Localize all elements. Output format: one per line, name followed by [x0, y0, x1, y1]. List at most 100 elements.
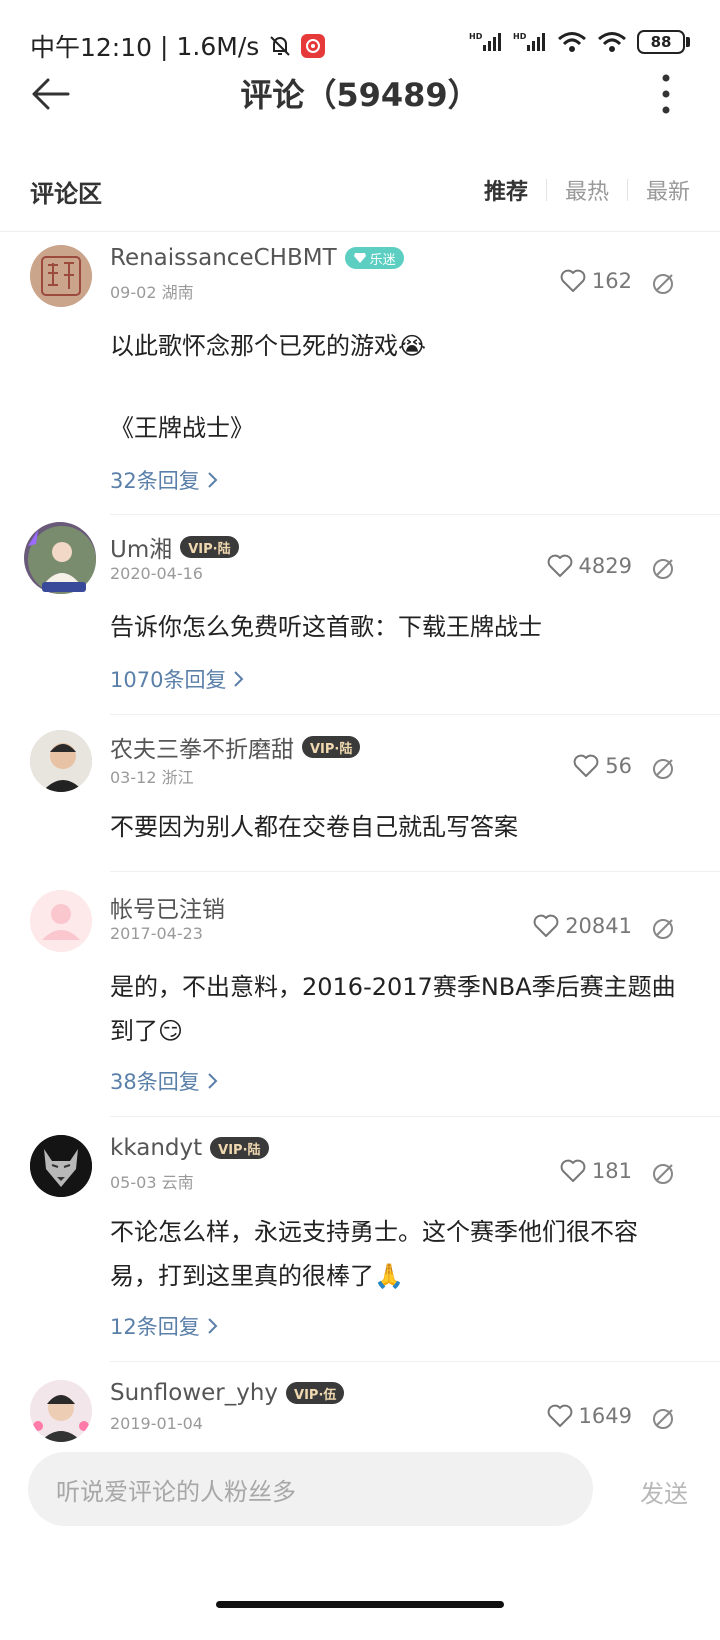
signal-icon: HD — [469, 32, 501, 51]
tab-newest[interactable]: 最新 — [628, 174, 690, 206]
like-button[interactable]: 4829 — [547, 554, 632, 578]
avatar[interactable] — [24, 522, 96, 594]
tab-hottest[interactable]: 最热 — [547, 174, 609, 206]
like-button[interactable]: 181 — [560, 1159, 632, 1183]
dislike-button[interactable] — [648, 1404, 678, 1434]
username[interactable]: kkandyt — [110, 1135, 202, 1161]
comment-text-line2: 易，打到这里真的很棒了🙏 — [110, 1262, 404, 1290]
wifi-icon — [598, 32, 626, 52]
vip-badge: VIP·陆 — [180, 536, 239, 558]
view-replies-link[interactable]: 32条回复 — [110, 465, 218, 495]
thumb-down-icon — [653, 1409, 673, 1429]
home-indicator[interactable] — [216, 1601, 504, 1608]
comment-text: 不论怎么样，永远支持勇士。这个赛季他们很不容 — [110, 1218, 638, 1246]
vip-badge: VIP·伍 — [286, 1382, 345, 1404]
input-placeholder: 听说爱评论的人粉丝多 — [56, 1478, 296, 1506]
like-count: 181 — [591, 1159, 632, 1183]
mute-icon — [270, 36, 290, 56]
like-count: 4829 — [578, 554, 632, 578]
like-button[interactable]: 1649 — [547, 1404, 632, 1428]
heart-icon — [560, 1159, 586, 1182]
comment-text-line2: 到了😏 — [110, 1017, 184, 1045]
comment-item: Um湘 VIP·陆 2020-04-16 4829 告诉你怎么免费听这首歌：下载… — [0, 522, 720, 715]
view-replies-link[interactable]: 38条回复 — [110, 1066, 218, 1096]
username[interactable]: Sunflower_yhy — [110, 1380, 278, 1406]
more-button[interactable] — [648, 70, 684, 118]
heart-icon — [533, 914, 559, 937]
person-avatar-image — [30, 730, 92, 792]
comment-meta: 05-03 云南 — [110, 1173, 194, 1192]
chevron-right-icon — [234, 671, 244, 687]
avatar[interactable] — [30, 245, 92, 307]
username[interactable]: Um湘 — [110, 530, 172, 564]
username[interactable]: RenaissanceCHBMT — [110, 245, 337, 271]
thumb-down-icon — [653, 759, 673, 779]
tab-recommended[interactable]: 推荐 — [466, 174, 528, 206]
like-button[interactable]: 20841 — [533, 914, 632, 938]
chevron-right-icon — [208, 1318, 218, 1334]
fan-badge: 乐迷 — [344, 247, 404, 269]
comment-meta: 2019-01-04 — [110, 1414, 203, 1433]
send-button[interactable]: 发送 — [640, 1474, 688, 1509]
comment-text: 是的，不出意料，2016-2017赛季NBA季后赛主题曲 — [110, 973, 676, 1001]
chevron-right-icon — [208, 1073, 218, 1089]
network-speed: 1.6M/s — [176, 31, 260, 61]
svg-text:HD: HD — [469, 32, 483, 41]
username[interactable]: 农夫三拳不折磨甜 — [110, 730, 294, 764]
comment-meta: 09-02 湖南 — [110, 283, 194, 302]
like-count: 1649 — [578, 1404, 632, 1428]
heart-icon — [573, 754, 599, 777]
avatar[interactable] — [30, 1380, 92, 1442]
comment-text: 告诉你怎么免费听这首歌：下载王牌战士 — [110, 613, 542, 641]
default-avatar-icon — [30, 890, 92, 952]
netease-app-icon — [301, 34, 326, 58]
dislike-button[interactable] — [648, 914, 678, 944]
dislike-button[interactable] — [648, 1159, 678, 1189]
dislike-button[interactable] — [648, 554, 678, 584]
comment-meta: 03-12 浙江 — [110, 768, 194, 787]
comment-item: RenaissanceCHBMT 乐迷 09-02 湖南 162 以此歌怀念那个… — [0, 245, 720, 515]
vip-badge: VIP·陆 — [302, 736, 361, 758]
like-count: 162 — [591, 269, 632, 293]
avatar-frame-image — [28, 526, 96, 594]
comment-item: Sunflower_yhy VIP·伍 2019-01-04 1649 — [0, 1380, 720, 1450]
svg-text:HD: HD — [513, 32, 527, 41]
page-title: 评论（59489） — [240, 76, 480, 114]
view-replies-link[interactable]: 12条回复 — [110, 1311, 218, 1341]
comment-item: 农夫三拳不折磨甜 VIP·陆 03-12 浙江 56 不要因为别人都在交卷自己就… — [0, 730, 720, 872]
thumb-down-icon — [653, 1164, 673, 1184]
title-bar: 评论（59489） — [0, 58, 720, 128]
dislike-button[interactable] — [648, 754, 678, 784]
seal-avatar-image — [30, 245, 92, 307]
comment-text: 不要因为别人都在交卷自己就乱写答案 — [110, 813, 518, 841]
person-avatar-image — [30, 1380, 92, 1442]
signal-icon: HD — [513, 32, 545, 51]
comment-input[interactable]: 听说爱评论的人粉丝多 — [28, 1452, 593, 1526]
like-count: 20841 — [565, 914, 632, 938]
sort-tabs: 推荐 最热 最新 — [466, 174, 690, 206]
diamond-icon — [353, 253, 366, 263]
comment-meta: 2020-04-16 — [110, 564, 203, 583]
section-title: 评论区 — [30, 180, 102, 208]
more-vertical-icon — [662, 74, 670, 114]
thumb-down-icon — [653, 559, 673, 579]
comment-item: kkandyt VIP·陆 05-03 云南 181 不论怎么样，永远支持勇士。… — [0, 1135, 720, 1362]
avatar[interactable] — [30, 730, 92, 792]
heart-icon — [547, 554, 572, 577]
username[interactable]: 帐号已注销 — [110, 890, 225, 924]
dislike-button[interactable] — [648, 269, 678, 299]
view-replies-link[interactable]: 1070条回复 — [110, 664, 244, 694]
avatar[interactable] — [30, 1135, 92, 1197]
wolf-avatar-image — [30, 1135, 92, 1197]
like-button[interactable]: 56 — [573, 754, 632, 778]
wifi-icon — [558, 32, 586, 52]
avatar[interactable] — [30, 890, 92, 952]
battery-level: 88 — [637, 30, 685, 54]
comment-text-line2: 《王牌战士》 — [110, 414, 254, 442]
like-count: 56 — [605, 754, 632, 778]
like-button[interactable]: 162 — [560, 269, 632, 293]
comment-item: 帐号已注销 2017-04-23 20841 是的，不出意料，2016-2017… — [0, 890, 720, 1117]
vip-badge: VIP·陆 — [210, 1137, 269, 1159]
thumb-down-icon — [653, 274, 673, 294]
chevron-right-icon — [208, 472, 218, 488]
